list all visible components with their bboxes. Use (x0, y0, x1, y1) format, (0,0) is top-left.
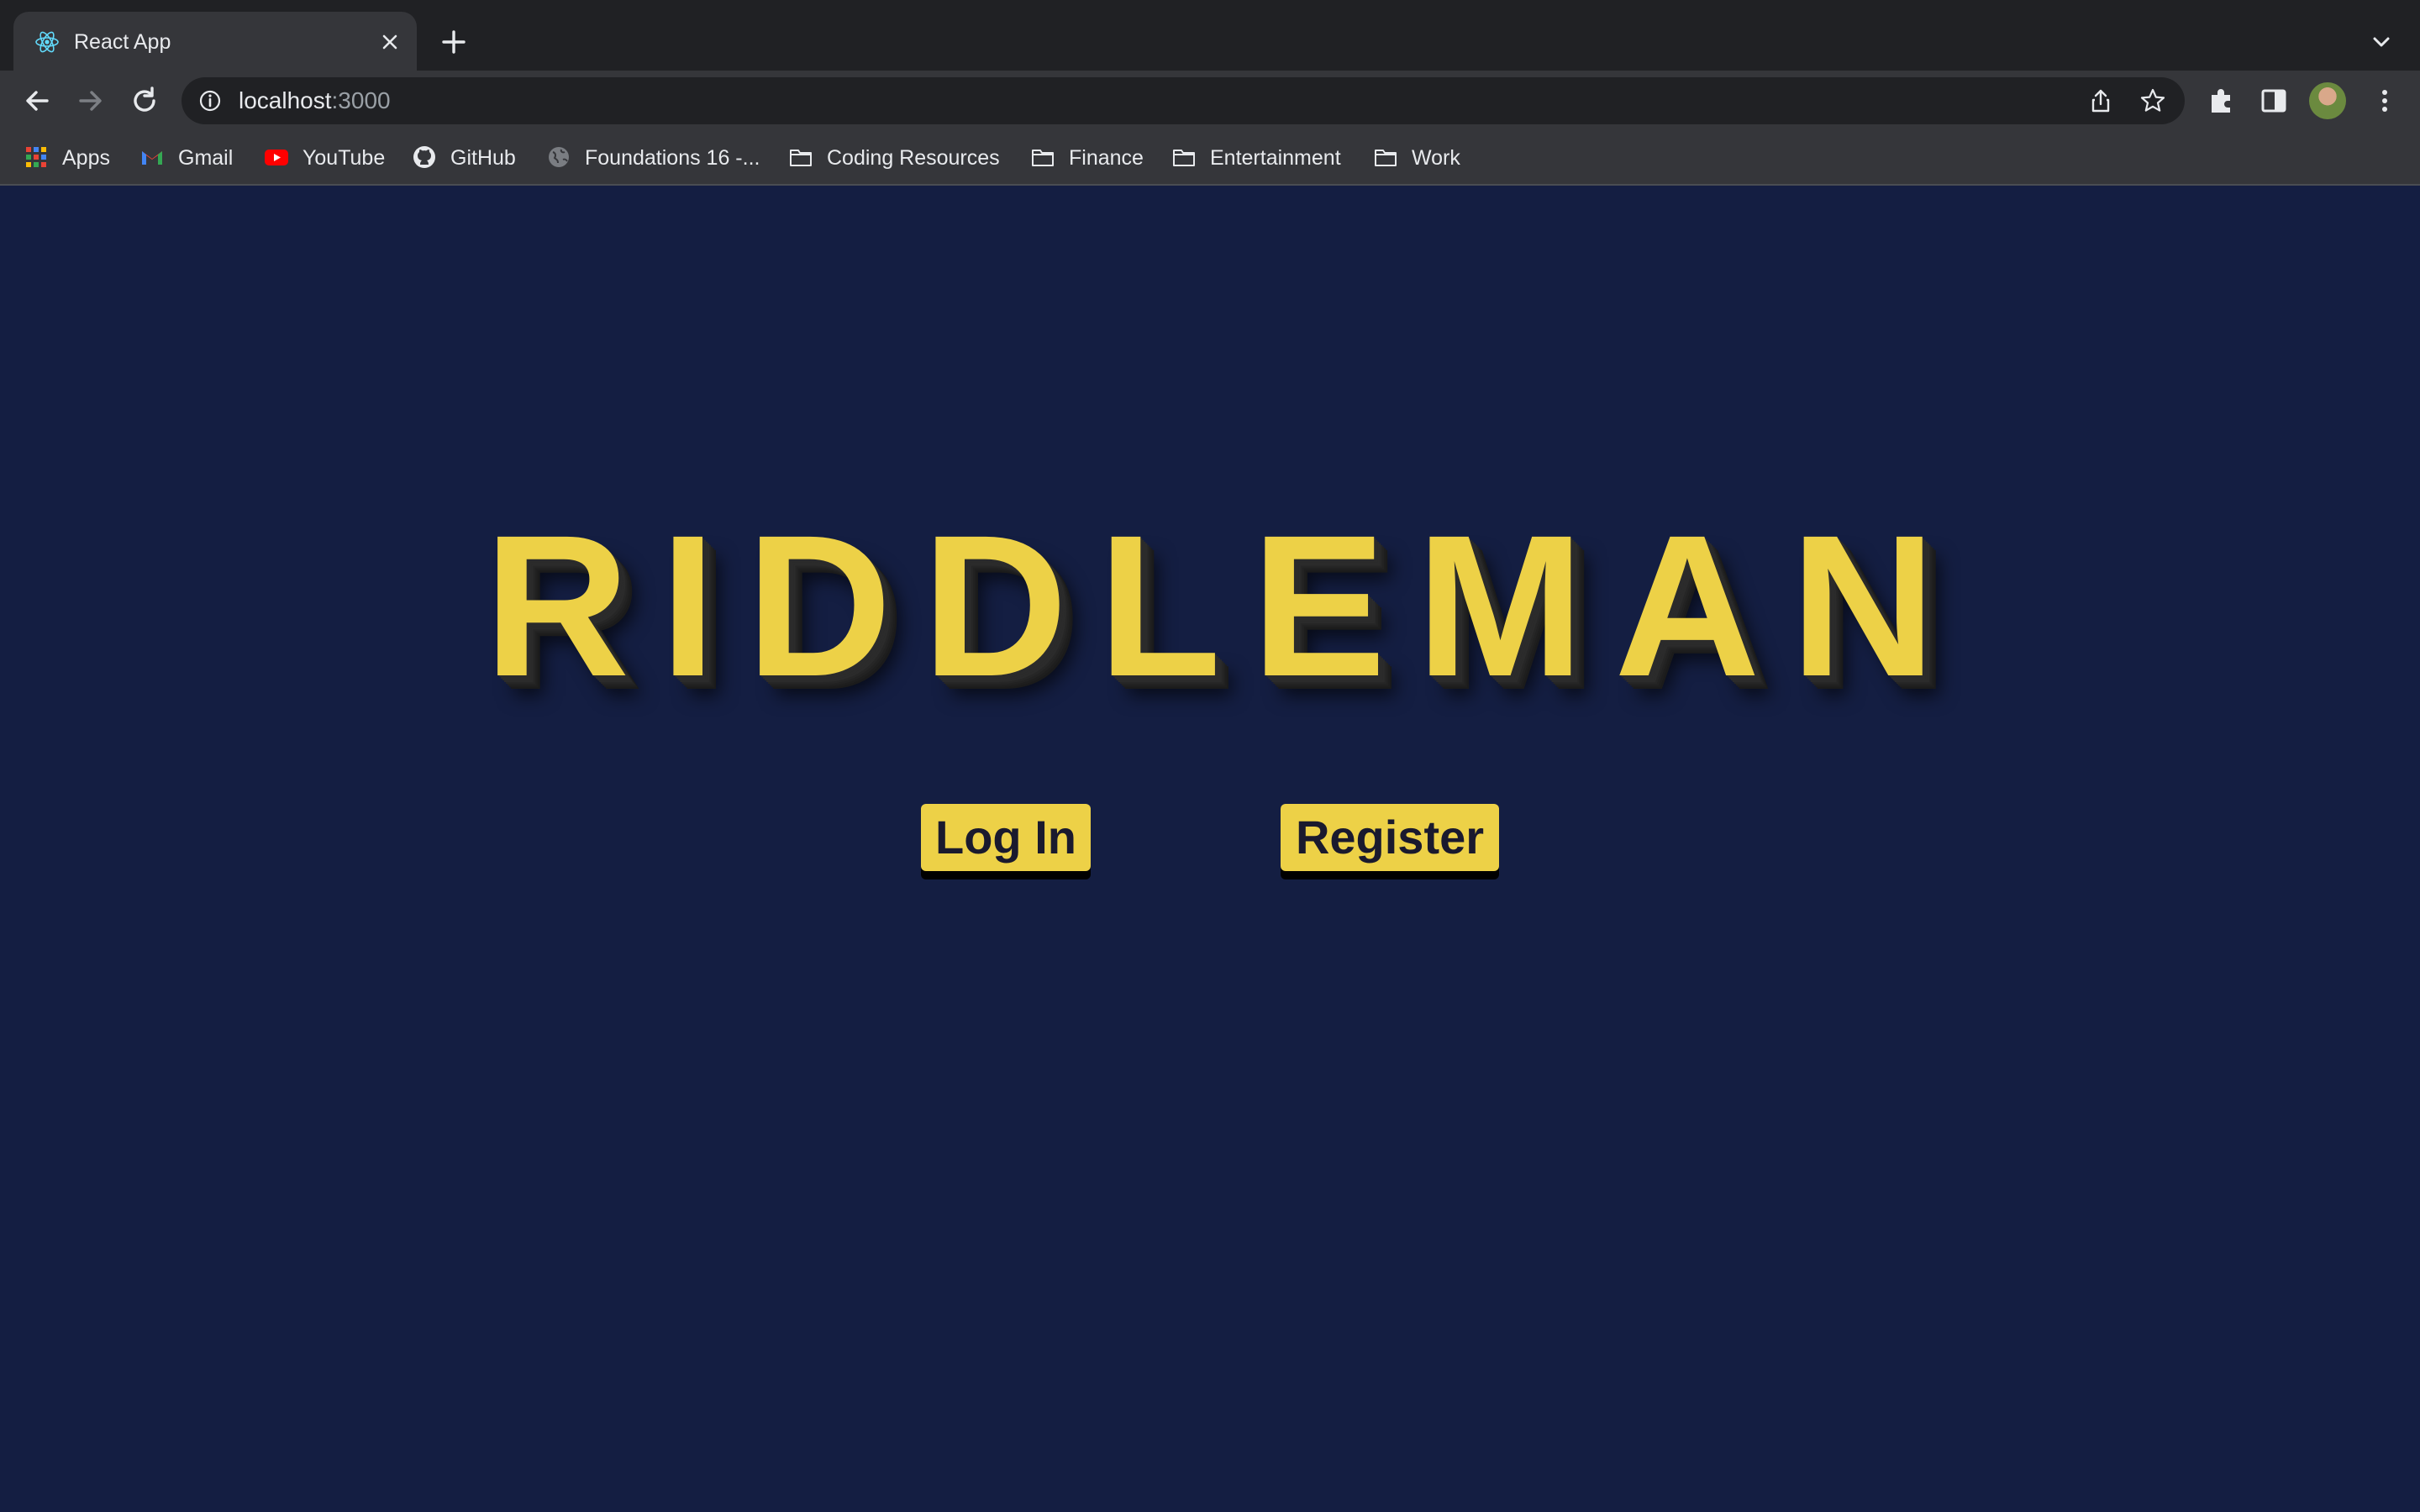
register-button[interactable]: Register (1281, 804, 1499, 871)
bookmark-label: GitHub (450, 146, 516, 170)
extensions-puzzle-icon[interactable] (2205, 84, 2238, 118)
bookmark-folder-finance[interactable]: Finance (1030, 143, 1148, 173)
bookmark-apps[interactable]: Apps (24, 143, 116, 173)
react-icon (35, 31, 59, 53)
bookmark-gmail[interactable]: Gmail (139, 143, 240, 173)
browser-chrome: React App localhost:3000 Apps Gmail YouT… (0, 0, 2420, 186)
bookmark-label: Entertainment (1210, 146, 1341, 170)
side-panel-icon[interactable] (2257, 84, 2291, 118)
reload-icon[interactable] (126, 82, 163, 119)
folder-icon (1032, 150, 1054, 166)
bookmark-folder-coding-resources[interactable]: Coding Resources (788, 143, 1008, 173)
bookmark-label: Gmail (178, 146, 234, 170)
bookmark-label: Finance (1069, 146, 1144, 170)
page-content: RIDDLEMAN Log In Register (0, 186, 2420, 1512)
url-text[interactable]: localhost:3000 (239, 86, 391, 116)
folder-icon (1173, 150, 1195, 166)
bookmark-label: Foundations 16 -... (585, 146, 760, 170)
close-icon[interactable] (376, 29, 403, 55)
back-arrow-icon[interactable] (18, 82, 55, 119)
apps-grid-icon (26, 147, 46, 167)
browser-tab[interactable]: React App (13, 12, 417, 71)
profile-avatar[interactable] (2309, 82, 2346, 119)
bookmark-label: Work (1412, 146, 1460, 170)
address-bar[interactable]: localhost:3000 (182, 77, 2185, 124)
bookmark-folder-entertainment[interactable]: Entertainment (1171, 143, 1356, 173)
bookmark-github[interactable]: GitHub (412, 143, 529, 173)
url-host: localhost (239, 87, 332, 113)
bookmark-label: Apps (62, 146, 110, 170)
folder-icon (1375, 150, 1397, 166)
bookmark-label: Coding Resources (827, 146, 1000, 170)
globe-icon (549, 147, 569, 167)
tab-title: React App (74, 30, 171, 54)
share-icon[interactable] (2087, 87, 2114, 114)
bookmark-youtube[interactable]: YouTube (264, 143, 390, 173)
bookmark-star-icon[interactable] (2139, 87, 2166, 114)
bookmark-folder-work[interactable]: Work (1373, 143, 1474, 173)
tab-strip: React App (0, 0, 2420, 71)
chevron-down-icon[interactable] (2368, 29, 2395, 55)
forward-arrow-icon[interactable] (72, 82, 109, 119)
login-button[interactable]: Log In (921, 804, 1091, 871)
folder-icon (790, 150, 812, 166)
more-vertical-icon[interactable] (2368, 84, 2402, 118)
bookmark-label: YouTube (302, 146, 386, 170)
gmail-icon (142, 151, 162, 165)
github-icon (413, 146, 435, 168)
url-port: :3000 (331, 87, 391, 113)
info-icon[interactable] (198, 89, 222, 113)
bookmark-foundations[interactable]: Foundations 16 -... (546, 143, 765, 173)
new-tab-plus-icon[interactable] (437, 25, 471, 59)
youtube-icon (265, 150, 288, 165)
riddleman-logo: RIDDLEMAN (484, 493, 1966, 718)
